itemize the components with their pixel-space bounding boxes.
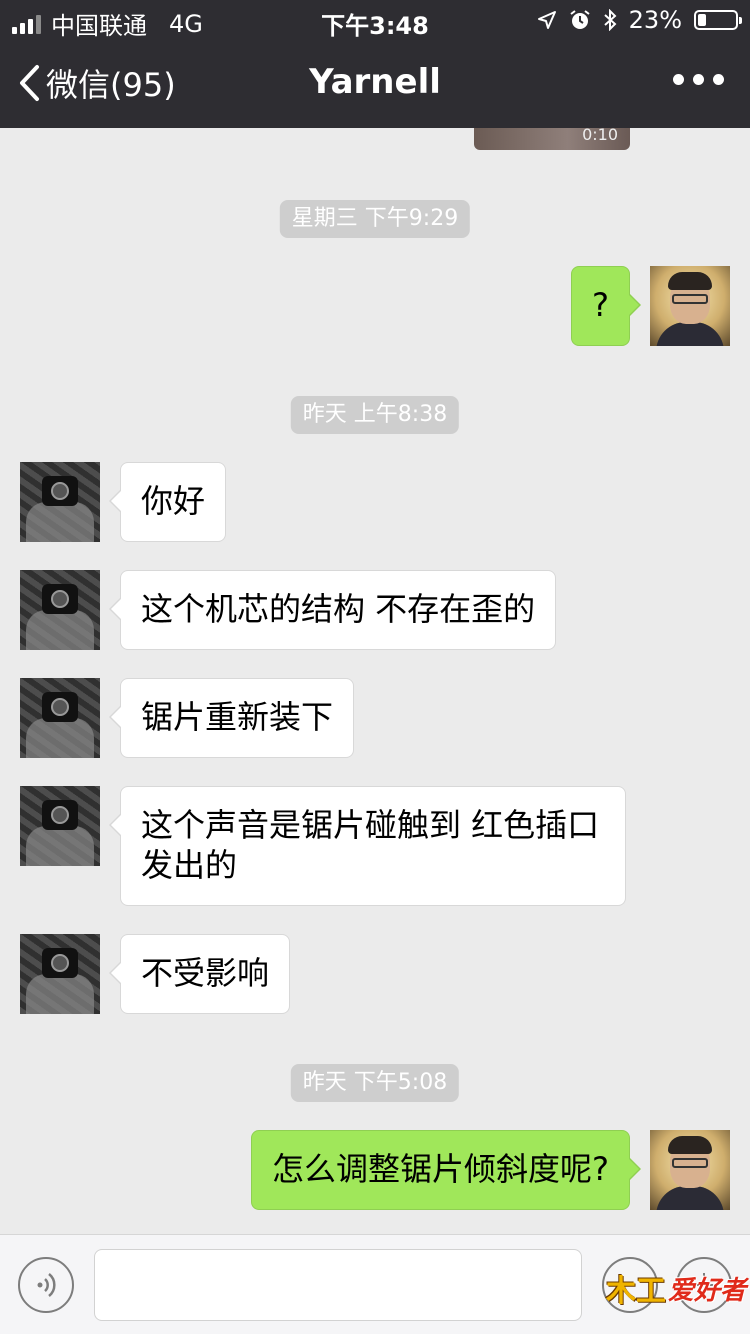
contact-avatar[interactable] (20, 678, 100, 758)
back-button[interactable]: 微信(95) (18, 60, 176, 106)
message-bubble-received[interactable]: 不受影响 (108, 934, 291, 1014)
message-bubble-received[interactable]: 这个声音是锯片碰触到 红色插口发出的 (109, 786, 626, 906)
chevron-left-icon (20, 65, 39, 101)
message-text-input[interactable] (94, 1249, 582, 1321)
navigation-bar: 微信(95) Yarnell (0, 40, 750, 128)
message-bubble-sent[interactable]: ? (571, 266, 641, 346)
video-message-thumbnail[interactable]: 0:10 (474, 128, 630, 150)
voice-wave-icon (37, 1273, 56, 1297)
location-arrow-icon (537, 11, 556, 29)
message-bubble-received[interactable]: 你好 (108, 462, 227, 542)
battery-icon (694, 10, 742, 30)
status-bar: 中国联通 4G 下午3:48 23% (0, 0, 750, 40)
bluetooth-icon (603, 9, 617, 31)
battery-level (698, 14, 706, 26)
back-label: 微信(95) (46, 66, 176, 104)
alarm-clock-icon (570, 10, 590, 29)
chat-input-bar (0, 1234, 750, 1334)
message-bubble-received[interactable]: 锯片重新装下 (108, 678, 355, 758)
message-list[interactable]: 0:10 星期三 下午9:29 ? 昨天 上午8:38 你好 这个机芯的结构 不… (0, 128, 750, 1234)
timestamp-divider: 星期三 下午9:29 (279, 200, 471, 238)
wechat-chat-screen: 中国联通 4G 下午3:48 23% 微信(95) Yarnell 0:10 星… (0, 0, 750, 1334)
more-functions-button[interactable] (676, 1257, 732, 1313)
timestamp-divider: 昨天 上午8:38 (290, 396, 460, 434)
message-bubble-received[interactable]: 这个机芯的结构 不存在歪的 (108, 570, 557, 650)
battery-percent: 23% (628, 6, 682, 34)
contact-avatar[interactable] (20, 786, 100, 866)
contact-avatar[interactable] (20, 934, 100, 1014)
video-duration: 0:10 (582, 128, 618, 144)
my-avatar[interactable] (650, 266, 730, 346)
status-icons: 23% (537, 6, 742, 34)
emoji-button[interactable] (602, 1257, 658, 1313)
contact-avatar[interactable] (20, 570, 100, 650)
message-bubble-sent[interactable]: 怎么调整锯片倾斜度呢? (251, 1130, 641, 1210)
timestamp-divider: 昨天 下午5:08 (290, 1064, 460, 1102)
voice-input-button[interactable] (18, 1257, 74, 1313)
more-options-button[interactable] (673, 74, 724, 85)
contact-avatar[interactable] (20, 462, 100, 542)
my-avatar[interactable] (650, 1130, 730, 1210)
